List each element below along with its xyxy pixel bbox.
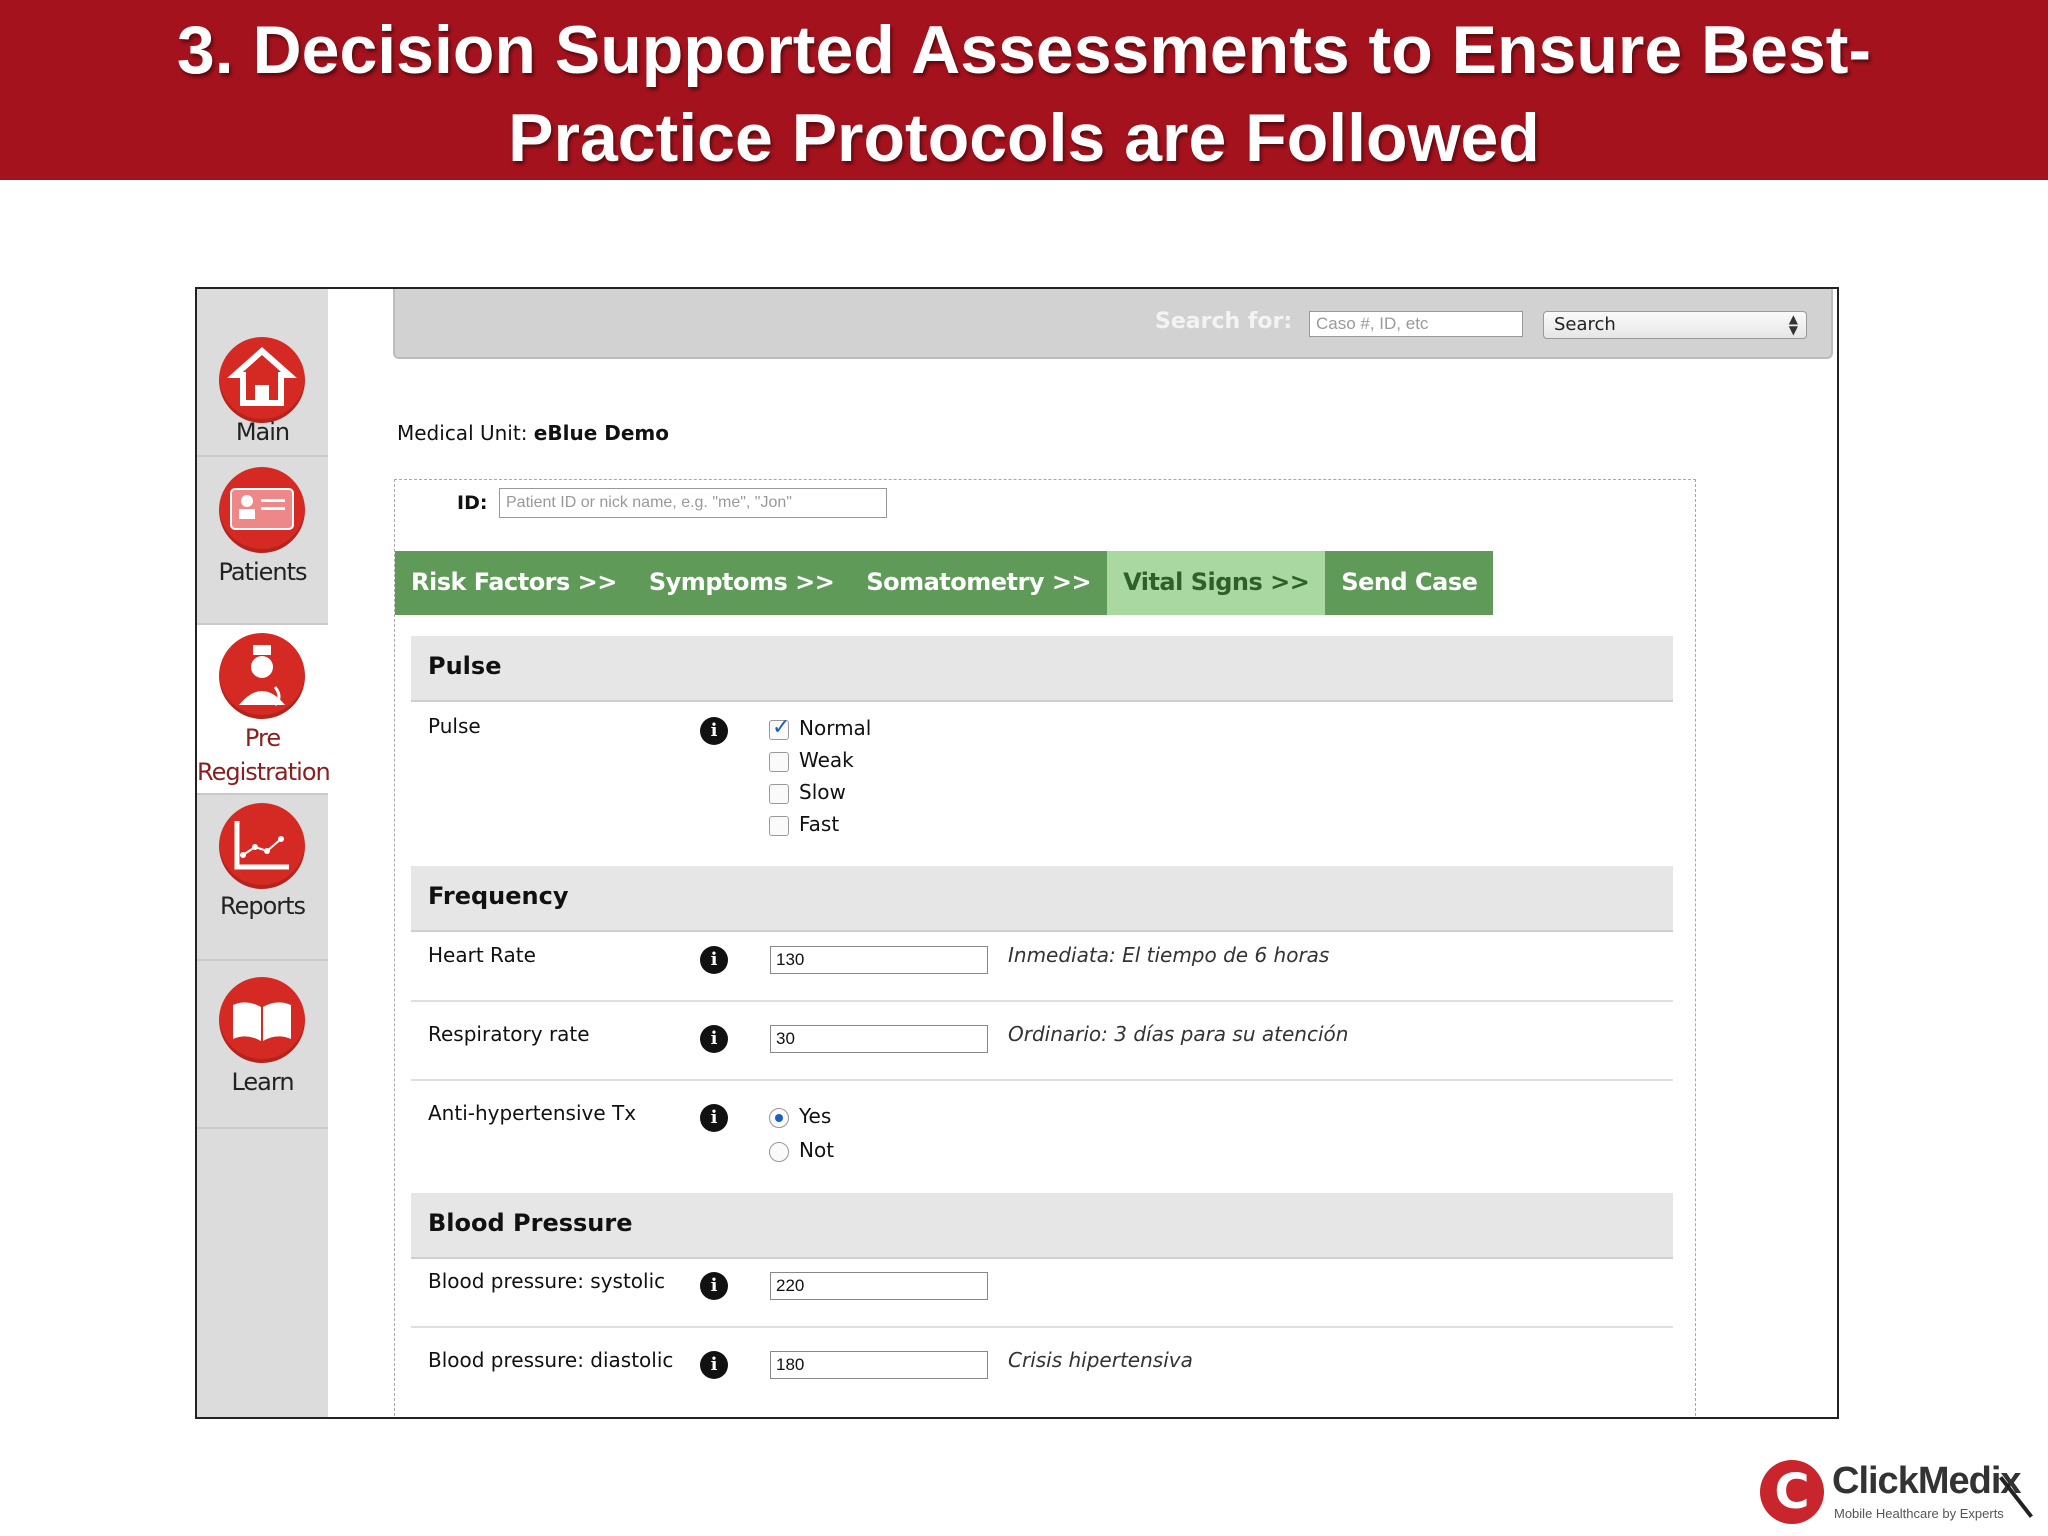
slide-header: 3. Decision Supported Assessments to Ens… [0, 0, 2048, 180]
antihypertensive-label: Anti-hypertensive Tx [428, 1101, 637, 1125]
checkbox[interactable]: ✓ [769, 715, 790, 740]
tab-somatometry[interactable]: Somatometry >> [850, 551, 1108, 615]
systolic-label: Blood pressure: systolic [428, 1269, 666, 1293]
radio-button[interactable] [769, 1142, 789, 1162]
diastolic-note: Crisis hipertensiva [1008, 1348, 1193, 1372]
tab-risk-factors[interactable]: Risk Factors >> [395, 551, 633, 615]
checkbox[interactable] [769, 816, 789, 836]
logo-mark: C [1760, 1460, 1824, 1524]
tab-symptoms[interactable]: Symptoms >> [632, 551, 851, 615]
respiratory-rate-input[interactable] [770, 1025, 988, 1053]
checkbox[interactable] [769, 752, 789, 772]
diastolic-input[interactable] [770, 1351, 988, 1379]
sidebar-label-reports: Reports [219, 892, 306, 920]
pulse-option-label: Slow [799, 780, 846, 804]
heart-rate-input[interactable] [770, 946, 988, 974]
section-title-frequency: Frequency [428, 882, 569, 910]
section-header-frequency: Frequency [411, 866, 1673, 932]
heart-rate-note: Inmediata: El tiempo de 6 horas [1008, 943, 1330, 967]
pulse-info-icon[interactable]: i [700, 717, 728, 745]
pulse-option-label: Weak [799, 748, 854, 772]
sidebar-label-registration: Registration [197, 758, 331, 786]
heart-rate-label: Heart Rate [428, 943, 536, 967]
select-arrows-icon: ▲ ▼ [1788, 312, 1798, 337]
clickmedix-logo: C ClickMedix Mobile Healthcare by Expert… [1756, 1458, 2036, 1528]
sidebar-item-patients[interactable]: Patients [197, 457, 328, 625]
medical-unit-label: Medical Unit: [397, 421, 528, 445]
logo-tagline: Mobile Healthcare by Experts [1834, 1506, 2004, 1521]
chart-icon [219, 803, 305, 889]
sidebar-label-learn: Learn [231, 1068, 294, 1096]
patient-card-icon [219, 467, 305, 553]
search-bar: Search for: Search ▲▼ [393, 289, 1833, 359]
row-divider [411, 1326, 1673, 1328]
search-select-value: Search [1554, 314, 1616, 335]
radio-selected-dot [775, 1114, 783, 1122]
slide-title-line1: 3. Decision Supported Assessments to Ens… [176, 12, 1872, 88]
slide-title: 3. Decision Supported Assessments to Ens… [0, 6, 2048, 182]
medical-unit: Medical Unit: eBlue Demo [397, 421, 669, 445]
search-input[interactable] [1309, 311, 1523, 337]
radio-button[interactable] [769, 1108, 789, 1128]
section-title-pulse: Pulse [428, 652, 502, 680]
checkbox[interactable] [769, 784, 789, 804]
tab-vital-signs[interactable]: Vital Signs >> [1107, 551, 1326, 615]
sidebar-nav: Main Patients Pre Registration Reports L… [197, 289, 331, 1417]
section-header-pulse: Pulse [411, 636, 1673, 702]
heart-rate-info-icon[interactable]: i [700, 946, 728, 974]
pulse-option-label: Fast [799, 812, 840, 836]
checkmark-icon: ✓ [772, 715, 791, 740]
patient-id-label: ID: [457, 492, 488, 514]
sidebar-label-patients: Patients [218, 558, 307, 586]
nurse-icon [219, 633, 305, 719]
search-label: Search for: [1155, 309, 1293, 334]
sidebar-item-main[interactable]: Main [197, 289, 328, 457]
antihypertensive-option-label: Not [799, 1138, 835, 1162]
patient-id-input[interactable] [499, 488, 887, 518]
medical-unit-value: eBlue Demo [533, 421, 669, 445]
respiratory-rate-note: Ordinario: 3 días para su atención [1008, 1022, 1349, 1046]
vital-signs-form: ID: Risk Factors >> Symptoms >> Somatome… [394, 479, 1696, 1417]
wizard-tabs: Risk Factors >> Symptoms >> Somatometry … [395, 551, 1494, 615]
systolic-info-icon[interactable]: i [700, 1272, 728, 1300]
sidebar-item-pre-registration[interactable]: Pre Registration [197, 625, 331, 795]
slide-title-line2: Practice Protocols are Followed [508, 100, 1540, 176]
sidebar-label-pre: Pre [244, 724, 281, 752]
logo-name: ClickMedix [1832, 1460, 2022, 1502]
sidebar-item-reports[interactable]: Reports [197, 795, 328, 961]
section-title-blood-pressure: Blood Pressure [428, 1209, 633, 1237]
diastolic-label: Blood pressure: diastolic [428, 1348, 674, 1372]
app-screenshot: Main Patients Pre Registration Reports L… [195, 287, 1839, 1419]
row-divider [411, 1079, 1673, 1081]
sidebar-item-learn[interactable]: Learn [197, 961, 328, 1129]
section-header-blood-pressure: Blood Pressure [411, 1193, 1673, 1259]
book-icon [219, 977, 305, 1063]
systolic-input[interactable] [770, 1272, 988, 1300]
respiratory-rate-info-icon[interactable]: i [700, 1025, 728, 1053]
antihypertensive-option-label: Yes [799, 1104, 832, 1128]
home-icon [219, 337, 305, 423]
pulse-label: Pulse [428, 714, 481, 738]
row-divider [411, 1000, 1673, 1002]
respiratory-rate-label: Respiratory rate [428, 1022, 590, 1046]
diastolic-info-icon[interactable]: i [700, 1351, 728, 1379]
search-select[interactable]: Search ▲ ▼ [1543, 311, 1807, 339]
pulse-option-label: Normal [799, 716, 872, 740]
antihypertensive-info-icon[interactable]: i [700, 1104, 728, 1132]
sidebar-label-main: Main [235, 418, 290, 446]
tab-send-case[interactable]: Send Case [1325, 551, 1494, 615]
